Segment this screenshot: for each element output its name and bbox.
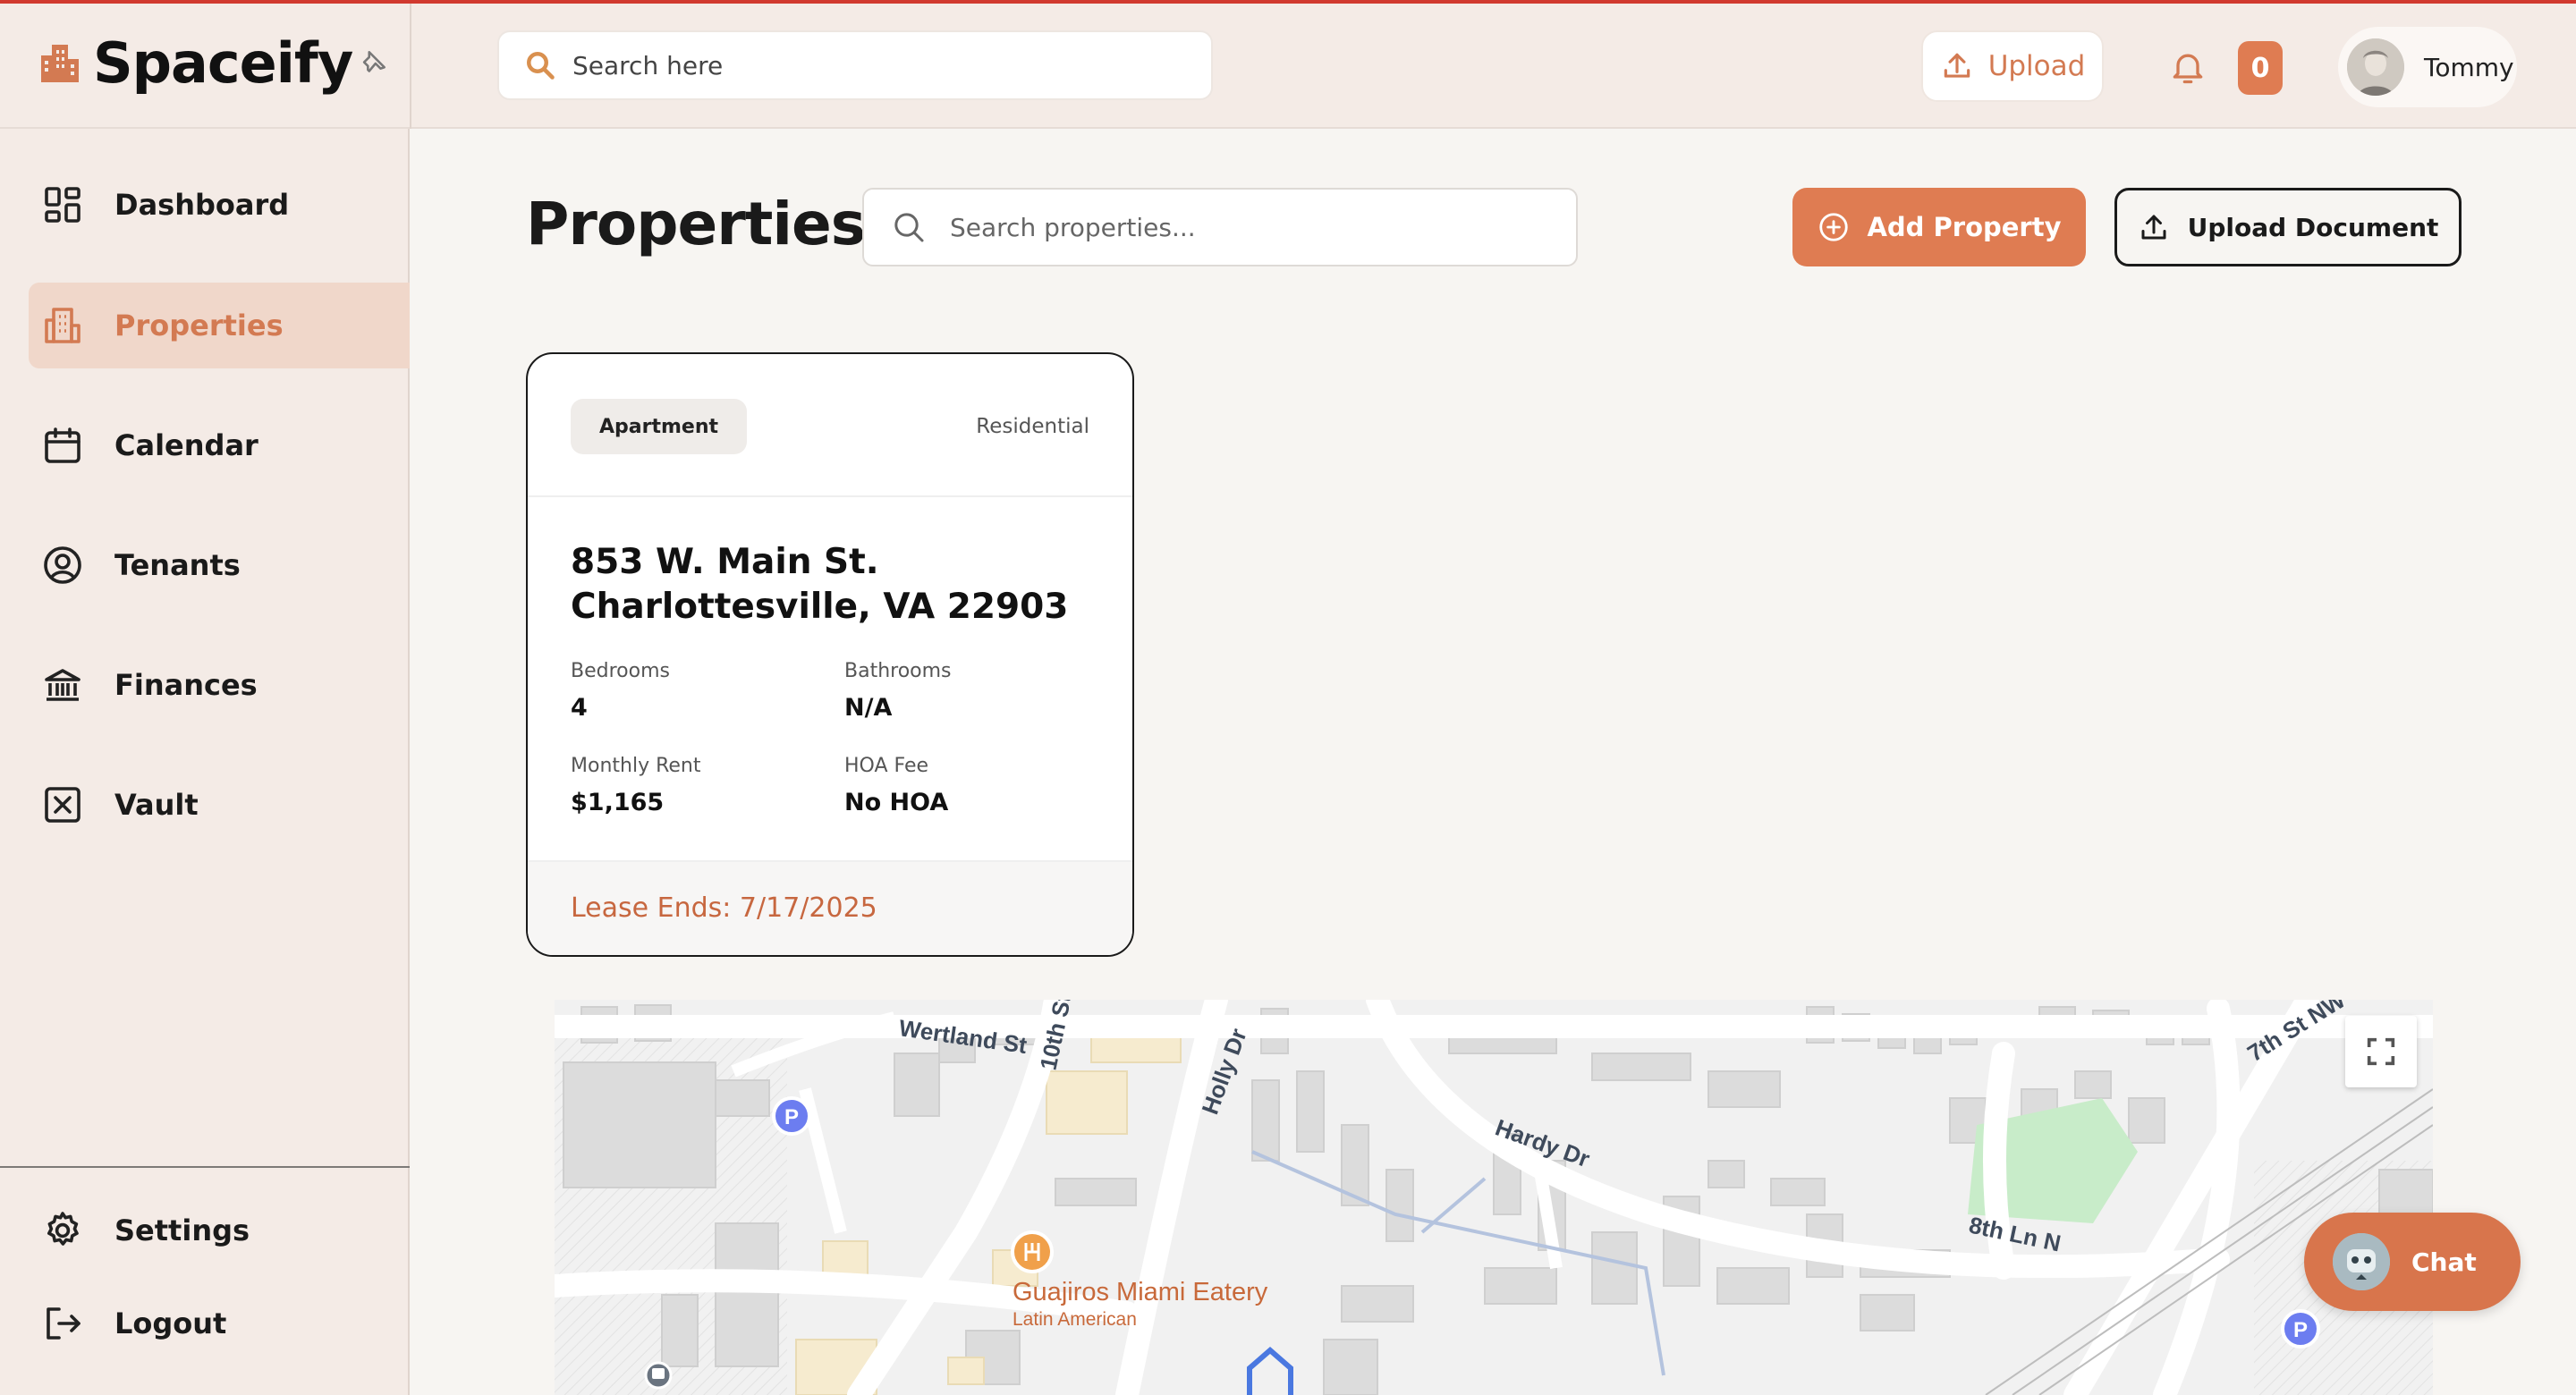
lease-end-date: Lease Ends: 7/17/2025 bbox=[571, 892, 877, 924]
notification-count-badge[interactable]: 0 bbox=[2238, 41, 2283, 95]
user-menu[interactable]: Tommy bbox=[2338, 27, 2517, 107]
upload-icon bbox=[1944, 53, 1970, 78]
fullscreen-icon bbox=[2367, 1037, 2395, 1066]
app-name: Spaceify bbox=[93, 30, 353, 96]
svg-text:P: P bbox=[2293, 1318, 2308, 1342]
upload-label: Upload bbox=[1987, 50, 2086, 82]
avatar bbox=[2347, 38, 2404, 96]
sidebar-item-label: Finances bbox=[114, 668, 258, 702]
restaurant-marker[interactable] bbox=[1011, 1230, 1054, 1273]
property-address: 853 W. Main St. Charlottesville, VA 2290… bbox=[571, 542, 1069, 627]
property-category: Residential bbox=[976, 415, 1089, 438]
property-search[interactable] bbox=[862, 188, 1578, 266]
sidebar-item-label: Calendar bbox=[114, 428, 258, 462]
monthly-rent-label: Monthly Rent bbox=[571, 755, 701, 777]
property-card[interactable]: Apartment Residential 853 W. Main St. Ch… bbox=[526, 352, 1134, 957]
sidebar-item-calendar[interactable]: Calendar bbox=[29, 402, 410, 488]
map-canvas: Wertland St 10th St Holly Dr Hardy Dr 7t… bbox=[555, 1000, 2433, 1395]
property-search-input[interactable] bbox=[950, 212, 1558, 242]
svg-text:P: P bbox=[784, 1105, 799, 1129]
search-icon bbox=[894, 213, 924, 242]
pin-icon[interactable] bbox=[358, 48, 388, 79]
logout-icon bbox=[47, 1307, 80, 1340]
dashboard-icon bbox=[45, 187, 80, 223]
restaurant-category: Latin American bbox=[1013, 1309, 1137, 1330]
sidebar-item-vault[interactable]: Vault bbox=[29, 762, 410, 848]
sidebar-item-logout[interactable]: Logout bbox=[29, 1281, 410, 1366]
sidebar-item-tenants[interactable]: Tenants bbox=[29, 522, 410, 608]
user-name: Tommy bbox=[2424, 52, 2514, 82]
plus-circle-icon bbox=[1819, 213, 1849, 241]
bedrooms-value: 4 bbox=[571, 694, 588, 722]
upload-document-label: Upload Document bbox=[2187, 212, 2439, 242]
global-search[interactable] bbox=[497, 30, 1213, 100]
hoa-fee-label: HOA Fee bbox=[844, 755, 929, 777]
parking-marker[interactable]: P bbox=[772, 1096, 811, 1136]
chat-bot-icon bbox=[2333, 1233, 2390, 1290]
sidebar-divider bbox=[0, 1166, 410, 1168]
sidebar-item-label: Logout bbox=[114, 1306, 227, 1340]
sidebar-item-label: Settings bbox=[114, 1213, 250, 1247]
sidebar-item-label: Properties bbox=[114, 309, 284, 342]
sidebar-item-properties[interactable]: Properties bbox=[29, 283, 410, 368]
property-map[interactable]: Wertland St 10th St Holly Dr Hardy Dr 7t… bbox=[555, 1000, 2433, 1395]
sidebar-item-label: Vault bbox=[114, 788, 199, 822]
header-divider bbox=[410, 4, 411, 129]
page-title: Properties bbox=[526, 190, 866, 258]
building-logo-icon bbox=[41, 45, 79, 82]
sidebar-item-finances[interactable]: Finances bbox=[29, 642, 410, 728]
upload-icon bbox=[2141, 215, 2166, 240]
property-type-badge: Apartment bbox=[571, 399, 748, 454]
sidebar-item-dashboard[interactable]: Dashboard bbox=[29, 162, 410, 248]
sidebar: Dashboard Properties Calendar Tenants Fi… bbox=[0, 129, 410, 1395]
add-property-label: Add Property bbox=[1867, 212, 2062, 242]
upload-button[interactable]: Upload bbox=[1921, 30, 2104, 102]
calendar-icon bbox=[45, 427, 80, 463]
parking-marker[interactable]: P bbox=[2281, 1309, 2320, 1348]
gear-icon bbox=[47, 1212, 79, 1246]
building-icon bbox=[45, 308, 80, 343]
bank-icon bbox=[45, 669, 80, 701]
chat-label: Chat bbox=[2411, 1247, 2477, 1277]
app-logo[interactable]: Spaceify bbox=[39, 30, 353, 96]
bedrooms-label: Bedrooms bbox=[571, 660, 670, 682]
property-card-footer: Lease Ends: 7/17/2025 bbox=[528, 860, 1132, 955]
search-icon bbox=[527, 52, 555, 80]
upload-document-button[interactable]: Upload Document bbox=[2114, 188, 2462, 266]
property-card-header: Apartment Residential bbox=[528, 354, 1132, 497]
vault-icon bbox=[45, 787, 80, 823]
map-fullscreen-button[interactable] bbox=[2345, 1016, 2417, 1087]
bathrooms-value: N/A bbox=[844, 694, 893, 722]
sidebar-item-settings[interactable]: Settings bbox=[29, 1188, 410, 1273]
bell-icon[interactable] bbox=[2168, 46, 2207, 88]
add-property-button[interactable]: Add Property bbox=[1792, 188, 2086, 266]
chat-button[interactable]: Chat bbox=[2304, 1213, 2521, 1311]
hoa-fee-value: No HOA bbox=[844, 789, 949, 816]
monthly-rent-value: $1,165 bbox=[571, 789, 665, 816]
global-search-input[interactable] bbox=[572, 50, 1181, 80]
sidebar-item-label: Tenants bbox=[114, 548, 241, 582]
restaurant-name[interactable]: Guajiros Miami Eatery bbox=[1013, 1278, 1268, 1306]
top-header: Spaceify Upload 0 Tommy bbox=[0, 4, 2576, 129]
bathrooms-label: Bathrooms bbox=[844, 660, 952, 682]
transit-icon[interactable] bbox=[644, 1361, 673, 1390]
user-circle-icon bbox=[44, 546, 81, 584]
sidebar-item-label: Dashboard bbox=[114, 188, 290, 222]
